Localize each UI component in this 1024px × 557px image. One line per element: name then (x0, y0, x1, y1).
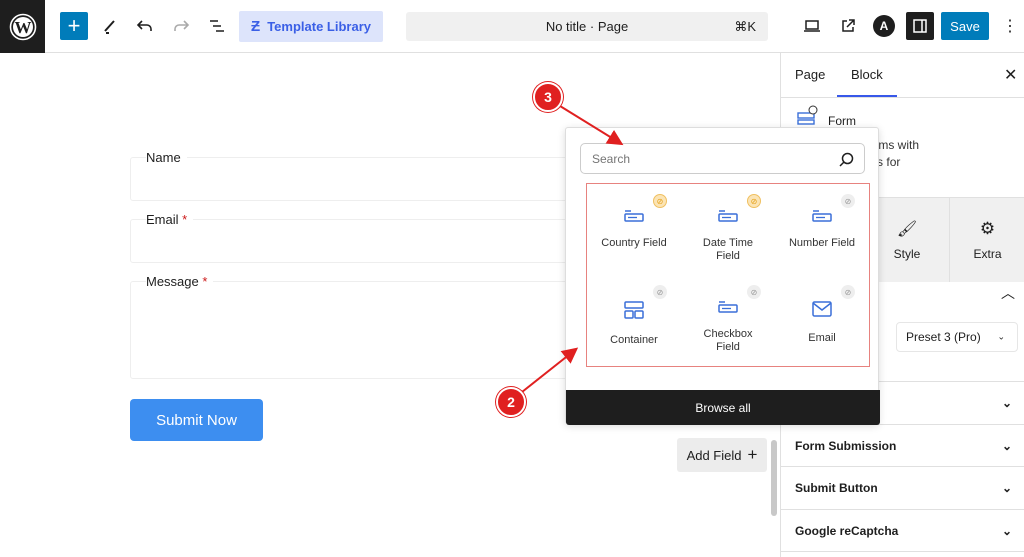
chevron-up-icon[interactable]: ︿ (1001, 283, 1015, 303)
chevron-down-icon: ⌄ (1001, 481, 1012, 495)
field-inserter-popup: Search ⊘ Country Field ⊘ Date Time Field ⊘ Nu… (565, 127, 880, 425)
chevron-down-icon: ⌄ (1001, 523, 1012, 538)
field-item-container[interactable]: ⊘ Container (587, 275, 681, 366)
template-library-icon: Ƶ (251, 18, 261, 35)
plugin-badge-icon: ⊘ (747, 285, 761, 299)
svg-text:W: W (14, 18, 31, 37)
more-vertical-icon: ⋮ (1002, 18, 1018, 35)
tab-block[interactable]: Block (851, 67, 883, 82)
input-field-icon (624, 210, 644, 237)
annotation-step-3: 3 (533, 82, 563, 112)
field-grid: ⊘ Country Field ⊘ Date Time Field ⊘ Number Fi… (586, 183, 870, 367)
email-label: Email * (146, 212, 194, 227)
pro-badge-icon: ⊘ (747, 194, 761, 208)
preview-device-button[interactable] (802, 16, 822, 36)
document-overview-button[interactable] (207, 16, 227, 36)
save-button[interactable]: Save (941, 12, 989, 40)
chevron-down-icon: ⌄ (1001, 439, 1012, 453)
list-view-icon (210, 20, 224, 32)
plugin-badge-icon: ⊘ (841, 194, 855, 208)
add-field-button[interactable]: Add Field + (677, 438, 767, 472)
sidebar-section-submit-button[interactable]: Submit Button ⌄ (780, 466, 1024, 509)
plugin-badge-icon: ⊘ (653, 285, 667, 299)
field-item-label: Country Field (601, 237, 667, 249)
close-icon: ✕ (1004, 67, 1018, 84)
plus-icon: + (747, 445, 758, 464)
field-item-email[interactable]: ⊘ Email (775, 275, 869, 366)
undo-icon (136, 20, 152, 31)
input-field-icon (812, 210, 832, 237)
external-link-icon (842, 19, 855, 32)
field-item-number-field[interactable]: ⊘ Number Field (775, 184, 869, 275)
input-field-icon (718, 301, 738, 328)
input-field-icon (718, 210, 738, 237)
plus-icon: + (67, 13, 81, 38)
tab-extra[interactable]: ⚙ Extra (949, 197, 1024, 282)
sidebar-section-google-recaptcha[interactable]: Google reCaptcha ⌄ (780, 509, 1024, 552)
wordpress-icon: W (9, 13, 36, 40)
field-item-label: Email (808, 332, 836, 344)
plugin-logo-button[interactable]: A (873, 15, 895, 37)
divider (781, 97, 1024, 98)
tab-page[interactable]: Page (795, 67, 825, 82)
redo-button[interactable] (171, 16, 191, 36)
sidebar-icon (913, 19, 927, 33)
annotation-step-2: 2 (496, 387, 526, 417)
canvas-scrollbar[interactable] (771, 440, 777, 516)
field-item-checkbox-field[interactable]: ⊘ Checkbox Field (681, 275, 775, 366)
message-label: Message * (146, 274, 214, 289)
template-library-button[interactable]: Ƶ Template Library (239, 11, 383, 42)
plugin-badge-icon: ⊘ (841, 285, 855, 299)
options-button[interactable]: ⋮ (1002, 16, 1018, 36)
close-sidebar-button[interactable]: ✕ (1004, 65, 1017, 85)
field-item-date-time-field[interactable]: ⊘ Date Time Field (681, 184, 775, 275)
command-palette-button[interactable]: No title · Page ⌘K (406, 12, 768, 41)
add-block-button[interactable]: + (60, 12, 88, 40)
settings-sidebar-toggle[interactable] (906, 12, 934, 40)
tools-pencil-button[interactable] (100, 16, 120, 36)
desktop-icon (804, 20, 820, 32)
chevron-down-icon: ⌄ (997, 331, 1005, 342)
gear-icon: ⚙ (979, 218, 996, 238)
field-item-label: Date Time Field (702, 237, 754, 262)
field-item-label: Container (610, 334, 658, 346)
wordpress-logo-button[interactable]: W (0, 0, 45, 53)
field-item-country-field[interactable]: ⊘ Country Field (587, 184, 681, 275)
pro-badge-icon: ⊘ (653, 194, 667, 208)
container-icon (624, 301, 644, 334)
name-field[interactable] (130, 157, 630, 201)
paintbrush-icon: 🖌 (896, 220, 918, 238)
undo-button[interactable] (135, 16, 155, 36)
chevron-down-icon: ⌄ (1001, 396, 1012, 410)
name-label: Name (146, 150, 187, 165)
pencil-icon (104, 20, 115, 34)
envelope-icon (812, 301, 832, 332)
search-input[interactable]: Search (580, 143, 865, 174)
top-toolbar: W + Ƶ Template Library No title · Page ⌘K … (0, 0, 1024, 53)
redo-icon (174, 20, 190, 31)
block-name: Form (828, 114, 856, 128)
browse-all-button[interactable]: Browse all (566, 390, 880, 425)
search-icon (839, 152, 854, 167)
field-item-label: Number Field (788, 237, 856, 249)
sidebar-section-form-submission[interactable]: Form Submission ⌄ (780, 424, 1024, 467)
field-item-label: Checkbox Field (703, 328, 753, 353)
plugin-icon: A (879, 19, 889, 33)
view-page-button[interactable] (838, 16, 858, 36)
email-field[interactable] (130, 219, 630, 263)
message-field[interactable] (130, 281, 630, 379)
preset-select[interactable]: Preset 3 (Pro) ⌄ (896, 322, 1018, 352)
form-block-icon (797, 105, 818, 125)
submit-button[interactable]: Submit Now (130, 399, 263, 441)
